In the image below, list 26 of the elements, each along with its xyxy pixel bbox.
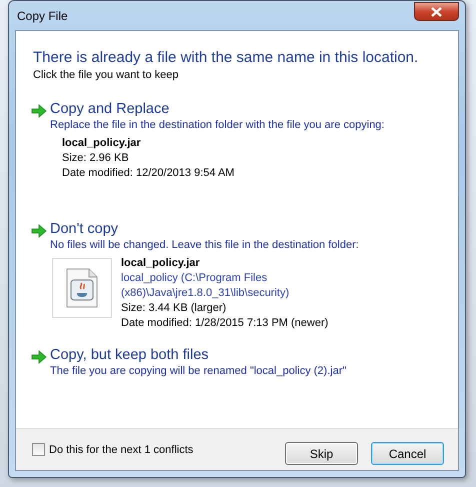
cancel-button[interactable]: Cancel: [371, 442, 444, 465]
window-title: Copy File: [16, 8, 68, 22]
option-title[interactable]: Don't copy: [50, 221, 359, 238]
option-description: Replace the file in the destination folder with the file you are copying:: [50, 118, 384, 132]
close-icon: [431, 6, 442, 16]
option-title[interactable]: Copy and Replace: [50, 101, 384, 118]
file-detail: Size: 2.96 KB: [62, 151, 130, 166]
option-title[interactable]: Copy, but keep both files: [50, 347, 346, 364]
arrow-icon: [31, 350, 47, 364]
close-button[interactable]: [414, 2, 459, 21]
option-description: The file you are copying will be renamed "local_policy (2).jar": [50, 364, 346, 378]
checkbox-label: Do this for the next 1 conflicts: [49, 444, 194, 456]
checkbox[interactable]: [32, 443, 45, 456]
instruction-text: Click the file you want to keep: [33, 69, 180, 81]
file-path: local_policy (C:\Program Files (x86)\Java\jre1.8.0_31\lib\security): [121, 271, 290, 301]
heading: There is already a file with the same name in this location.: [33, 49, 420, 66]
skip-button[interactable]: Skip: [285, 442, 358, 465]
file-detail: Date modified: 12/20/2013 9:54 AM: [62, 166, 234, 181]
file-name: local_policy.jar: [121, 256, 201, 271]
arrow-icon: [31, 104, 47, 118]
option-description: No files will be changed. Leave this file in the destination folder:: [50, 238, 359, 252]
file-detail: Size: 3.44 KB (larger): [121, 301, 228, 316]
file-detail: Date modified: 1/28/2015 7:13 PM (newer): [121, 316, 328, 331]
file-name: local_policy.jar: [62, 136, 142, 151]
java-file-icon: [66, 268, 98, 308]
arrow-icon: [31, 224, 47, 238]
